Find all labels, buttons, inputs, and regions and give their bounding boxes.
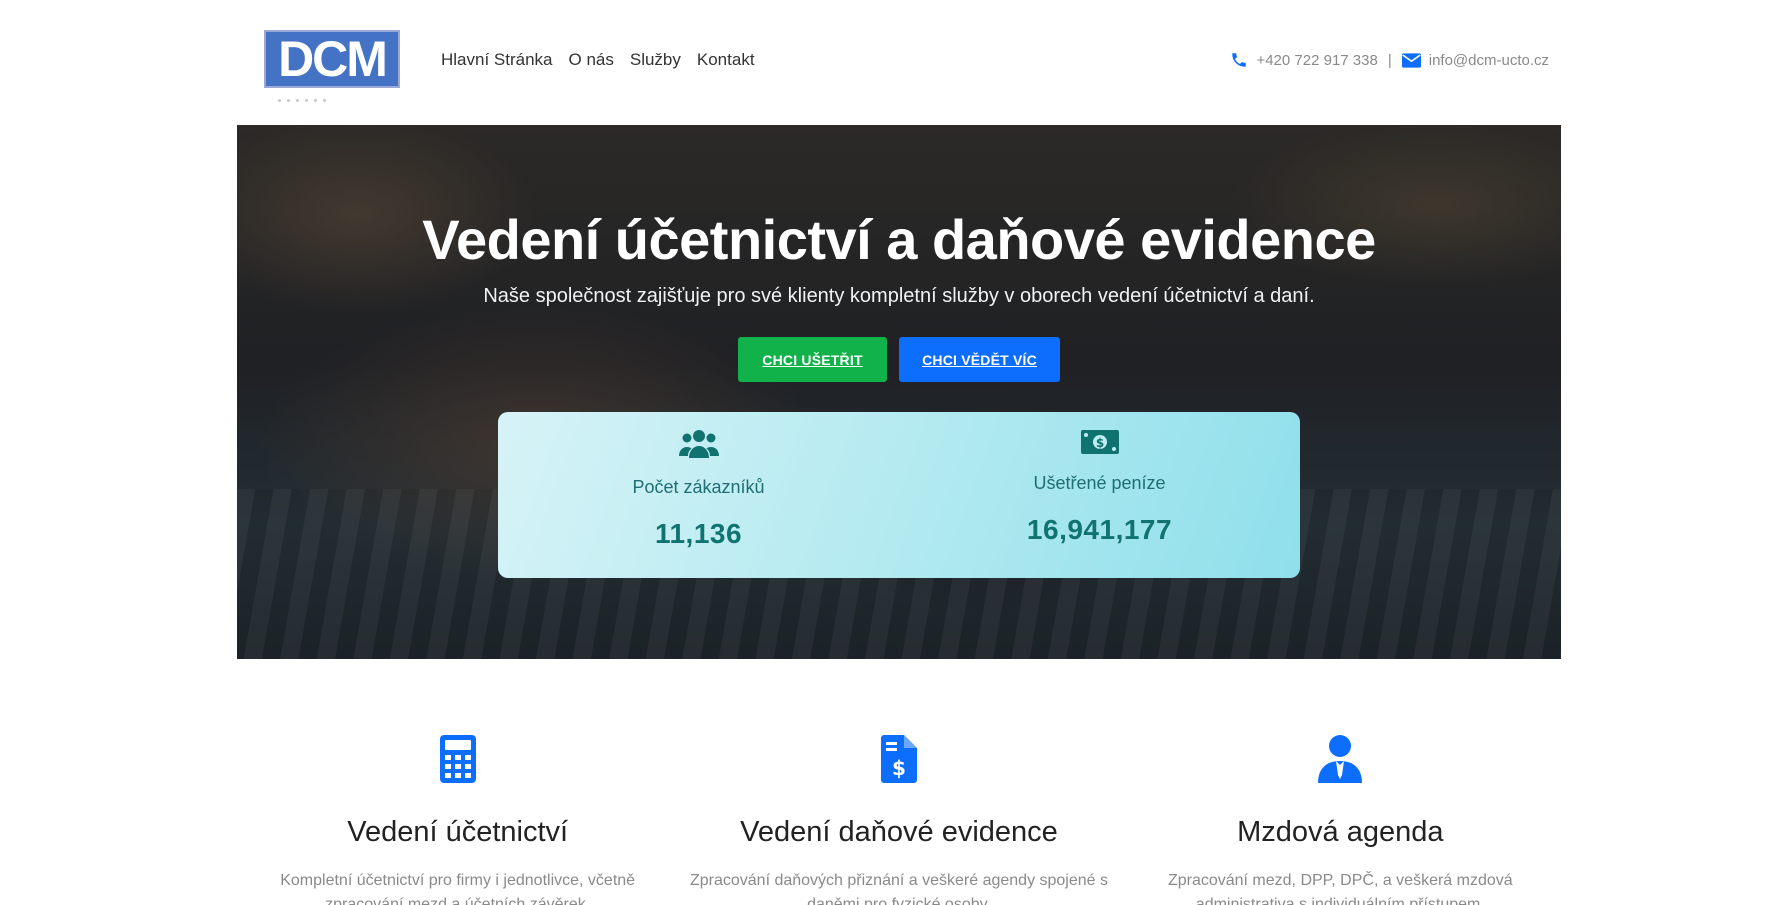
hero-overlay	[237, 125, 1561, 659]
learn-more-button[interactable]: CHCI VĚDĚT VÍC	[899, 337, 1060, 382]
service-accounting-description: Kompletní účetnictví pro firmy i jednotl…	[280, 872, 636, 905]
company-logo[interactable]: DCM	[264, 30, 400, 88]
phone-link[interactable]: +420 722 917 338	[1256, 52, 1377, 69]
main-nav: Hlavní Stránka O nás Služby Kontakt	[441, 50, 755, 70]
nav-item-home[interactable]: Hlavní Stránka	[441, 50, 553, 70]
service-tax-records-description: Zpracování daňových přiznání a veškeré a…	[689, 872, 1108, 905]
email-link[interactable]: info@dcm-ucto.cz	[1429, 52, 1549, 69]
service-payroll-title: Mzdová agenda	[1237, 816, 1444, 848]
users-icon	[678, 428, 719, 465]
hero-banner: Vedení účetnictví a daňové evidence Naše…	[237, 125, 1561, 659]
stat-customers: Počet zákazníků 11,136	[498, 412, 899, 578]
stats-panel: Počet zákazníků 11,136 $ Ušetřené peníze…	[498, 412, 1300, 578]
calculator-icon	[439, 735, 476, 788]
save-money-button[interactable]: CHCI UŠETŘIT	[738, 337, 887, 382]
stat-customers-value: 11,136	[654, 518, 743, 549]
service-tax-records: $ Vedení daňové evidence Zpracování daňo…	[678, 735, 1119, 905]
header-contact: +420 722 917 338 | info@dcm-ucto.cz	[1230, 51, 1549, 69]
service-accounting: Vedení účetnictví Kompletní účetnictví p…	[237, 735, 678, 905]
envelope-icon	[1401, 52, 1421, 68]
hero-title: Vedení účetnictví a daňové evidence	[422, 208, 1376, 271]
phone-icon	[1230, 51, 1248, 69]
stat-customers-label: Počet zákazníků	[632, 477, 765, 497]
user-tie-icon	[1318, 735, 1363, 788]
svg-text:$: $	[1095, 436, 1103, 450]
money-bill-icon: $	[1080, 428, 1119, 461]
nav-item-services[interactable]: Služby	[630, 50, 681, 70]
services-section: Vedení účetnictví Kompletní účetnictví p…	[237, 735, 1561, 905]
hero-subtitle: Naše společnost zajišťuje pro své klient…	[483, 285, 1315, 307]
stat-savings-label: Ušetřené peníze	[1033, 473, 1166, 493]
stat-savings: $ Ušetřené peníze 16,941,177	[899, 412, 1300, 578]
service-payroll: Mzdová agenda Zpracování mezd, DPP, DPČ,…	[1120, 735, 1561, 905]
nav-item-contact[interactable]: Kontakt	[697, 50, 755, 70]
invoice-dollar-icon: $	[880, 735, 917, 788]
logo-text: DCM	[278, 31, 388, 87]
stat-savings-value: 16,941,177	[1026, 514, 1173, 545]
logo-tagline-dots	[278, 94, 348, 106]
site-header: DCM Hlavní Stránka O nás Služby Kontakt …	[0, 0, 1785, 125]
service-accounting-title: Vedení účetnictví	[347, 816, 569, 848]
svg-text:$: $	[892, 756, 906, 780]
service-tax-records-title: Vedení daňové evidence	[740, 816, 1058, 848]
contact-separator: |	[1387, 51, 1392, 69]
nav-item-about[interactable]: O nás	[569, 50, 614, 70]
service-payroll-description: Zpracování mezd, DPP, DPČ, a veškerá mzd…	[1167, 872, 1513, 905]
